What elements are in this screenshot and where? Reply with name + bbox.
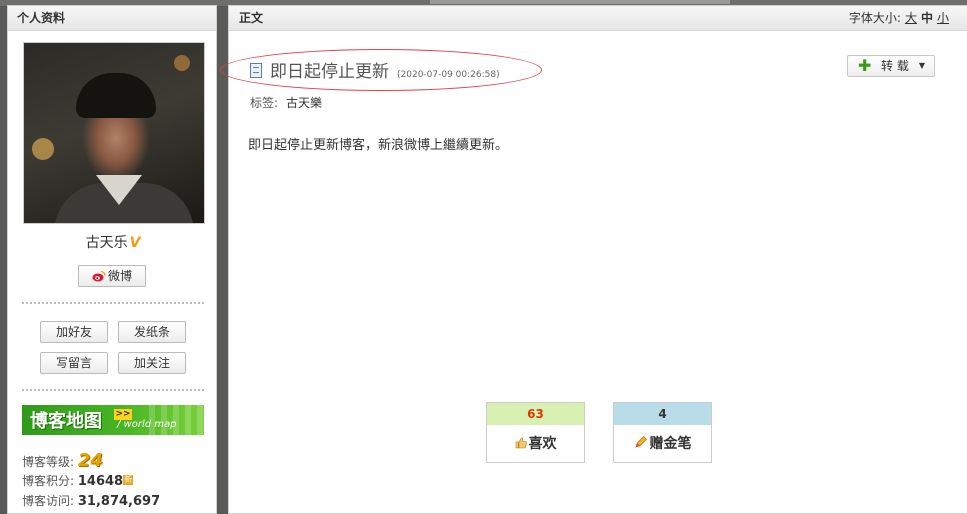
avatar[interactable]	[23, 42, 205, 224]
avatar-hair	[76, 73, 156, 118]
stat-level: 博客等级: 24	[22, 450, 103, 471]
pen-icon	[634, 436, 647, 448]
stat-points: 博客积分: 14648新	[22, 472, 134, 489]
divider	[22, 389, 204, 391]
weibo-label: 微博	[107, 269, 132, 283]
font-size-small[interactable]: 小	[937, 11, 949, 25]
gold-pen-count: 4	[614, 403, 711, 425]
font-size-control: 字体大小: 大中小	[849, 6, 949, 30]
top-background-image	[430, 0, 730, 4]
avatar-bokeh	[32, 138, 54, 160]
font-size-medium[interactable]: 中	[921, 11, 933, 25]
weibo-button[interactable]: 微博	[78, 265, 146, 287]
thumb-up-icon	[515, 437, 527, 449]
stat-level-label: 博客等级:	[22, 455, 75, 469]
username-row: 古天乐 V	[8, 232, 218, 252]
stat-visits: 博客访问: 31,874,697	[22, 492, 160, 509]
stat-points-label: 博客积分:	[22, 474, 75, 488]
article-header: 正文 字体大小: 大中小	[229, 6, 967, 31]
avatar-bokeh	[174, 55, 190, 71]
stat-level-value: 24	[77, 450, 103, 471]
tag-link[interactable]: 古天樂	[286, 96, 322, 110]
annotation-oval	[220, 49, 542, 91]
username[interactable]: 古天乐	[86, 235, 128, 251]
article-body: 即日起停止更新博客，新浪微博上繼續更新。	[248, 138, 509, 153]
gold-pen-label: 赠金笔	[649, 436, 692, 452]
profile-header: 个人资料	[8, 6, 216, 31]
divider	[22, 302, 204, 304]
stat-visits-value: 31,874,697	[77, 494, 161, 509]
blog-map-banner[interactable]: 博客地图 >> / world map	[22, 405, 204, 435]
stat-points-value: 14648	[77, 474, 124, 489]
verified-icon: V	[129, 235, 141, 251]
like-label: 喜欢	[528, 436, 557, 452]
weibo-icon	[92, 270, 106, 282]
blog-map-subtitle: / world map	[117, 419, 177, 430]
like-box[interactable]: 63 喜欢	[486, 402, 585, 463]
new-badge: 新	[123, 475, 134, 485]
profile-sidebar: 个人资料 古天乐 V 微博 加好友 发纸条 写留言 加关注 博客地图 >> / w…	[7, 5, 217, 514]
tags-label: 标签:	[250, 96, 279, 110]
gold-pen-button[interactable]: 赠金笔	[614, 425, 711, 463]
tags-row: 标签: 古天樂	[250, 94, 322, 111]
repost-label: 转 载	[881, 59, 909, 73]
leave-message-button[interactable]: 写留言	[40, 352, 108, 374]
like-button[interactable]: 喜欢	[487, 425, 584, 463]
follow-button[interactable]: 加关注	[118, 352, 186, 374]
dropdown-arrow-icon: ▼	[918, 61, 925, 70]
send-note-button[interactable]: 发纸条	[118, 321, 186, 343]
font-size-label: 字体大小:	[848, 11, 901, 25]
plus-icon: ✚	[858, 56, 872, 75]
article-panel: 正文 字体大小: 大中小 即日起停止更新 (2020-07-09 00:26:58)…	[220, 5, 967, 514]
stat-visits-label: 博客访问:	[22, 494, 75, 508]
like-count: 63	[487, 403, 584, 425]
article-header-title: 正文	[239, 11, 264, 25]
repost-button[interactable]: ✚ 转 载 ▼	[847, 55, 935, 77]
gold-pen-box[interactable]: 4 赠金笔	[613, 402, 712, 463]
add-friend-button[interactable]: 加好友	[40, 321, 108, 343]
font-size-large[interactable]: 大	[905, 11, 917, 25]
blog-map-title: 博客地图	[30, 411, 102, 432]
